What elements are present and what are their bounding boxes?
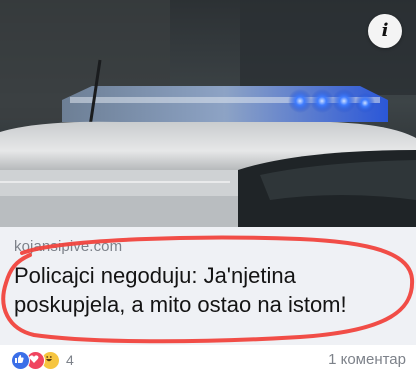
like-icon bbox=[11, 350, 30, 370]
police-car-image bbox=[0, 0, 416, 227]
link-domain: kojansipive.com bbox=[14, 238, 123, 255]
comment-count-link[interactable]: 1 коментар bbox=[328, 351, 406, 368]
reaction-count: 4 bbox=[66, 352, 74, 368]
link-preview-image[interactable]: i bbox=[0, 0, 416, 227]
reactions-summary[interactable]: 4 bbox=[11, 350, 74, 370]
link-preview-text[interactable]: kojansipive.com Policajci negoduju: Ja'n… bbox=[0, 227, 416, 345]
link-headline[interactable]: Policajci negoduju: Ja'njetina poskupjel… bbox=[14, 261, 414, 319]
headline-line-1: Policajci negoduju: Ja'njetina bbox=[14, 263, 296, 288]
post-footer: 4 1 коментар bbox=[0, 345, 416, 376]
headline-line-2: poskupjela, a mito ostao na istom! bbox=[14, 292, 347, 317]
facebook-post: i kojansipive.com Policajci negoduju: Ja… bbox=[0, 0, 416, 376]
info-icon[interactable]: i bbox=[368, 14, 402, 48]
